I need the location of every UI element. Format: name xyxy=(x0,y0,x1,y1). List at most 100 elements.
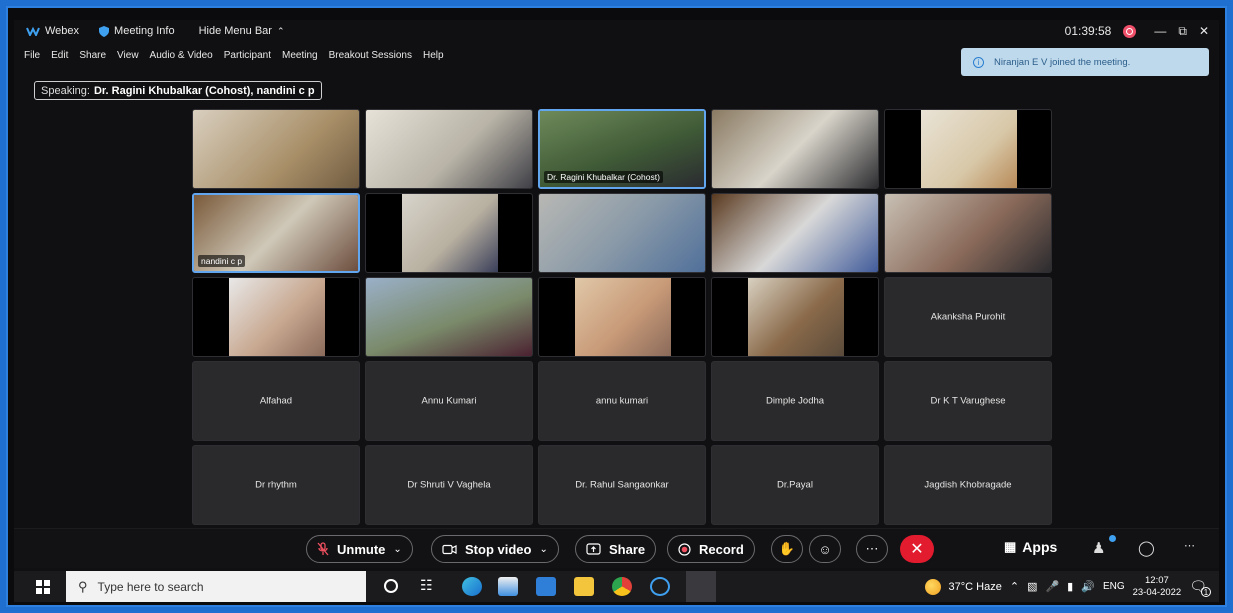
menu-help[interactable]: Help xyxy=(423,50,444,66)
file-explorer-icon[interactable] xyxy=(574,577,594,596)
participant-tile[interactable] xyxy=(711,193,879,273)
participant-name: annu kumari xyxy=(595,395,649,407)
participant-tile[interactable]: nandini c p xyxy=(192,193,360,273)
apps-button[interactable]: ▦ Apps xyxy=(1004,539,1057,555)
mic-muted-icon xyxy=(317,542,329,556)
participant-tile[interactable] xyxy=(711,109,879,189)
menu-participant[interactable]: Participant xyxy=(224,50,271,66)
edge-icon[interactable] xyxy=(462,577,482,596)
webex-taskbar-icon[interactable] xyxy=(650,577,670,596)
participant-tile[interactable] xyxy=(711,277,879,357)
reactions-button[interactable]: ☺ xyxy=(809,535,841,563)
record-button[interactable]: Record xyxy=(667,535,755,563)
participant-tile[interactable] xyxy=(884,193,1052,273)
participant-tile[interactable]: annu kumari xyxy=(538,361,706,441)
raise-hand-button[interactable]: ✋ xyxy=(771,535,803,563)
system-tray: 37°C Haze ⌃ ▧ 🎤 ▮ 🔊 ENG 12:07 23-04-2022… xyxy=(924,571,1219,602)
participant-tile[interactable]: Jagdish Khobragade xyxy=(884,445,1052,525)
search-placeholder: Type here to search xyxy=(97,579,204,594)
chat-icon[interactable]: ◯ xyxy=(1138,539,1155,557)
cortana-icon[interactable] xyxy=(384,579,398,593)
participant-tile[interactable]: Dimple Jodha xyxy=(711,361,879,441)
camera-icon xyxy=(442,544,457,554)
chrome-icon[interactable] xyxy=(612,577,632,596)
participant-tile[interactable]: Dr rhythm xyxy=(192,445,360,525)
title-bar: Webex Meeting Info Hide Menu Bar ⌃ 01:39… xyxy=(14,20,1219,42)
participant-video xyxy=(366,278,532,356)
participant-tile[interactable]: Dr. Ragini Khubalkar (Cohost) xyxy=(538,109,706,189)
menu-meeting[interactable]: Meeting xyxy=(282,50,318,66)
participant-name: Akanksha Purohit xyxy=(930,311,1006,323)
restore-button[interactable]: ⧉ xyxy=(1178,24,1187,39)
participant-tile[interactable]: Dr.Payal xyxy=(711,445,879,525)
leave-meeting-button[interactable]: ✕ xyxy=(900,535,934,563)
participant-tile[interactable]: Dr K T Varughese xyxy=(884,361,1052,441)
participant-tile[interactable] xyxy=(884,109,1052,189)
stop-video-button[interactable]: Stop video ⌄ xyxy=(431,535,559,563)
hide-menu-bar-button[interactable]: Hide Menu Bar ⌃ xyxy=(199,25,285,37)
taskbar-clock[interactable]: 12:07 23-04-2022 xyxy=(1133,575,1182,599)
more-options-button[interactable]: ⋯ xyxy=(856,535,888,563)
battery-icon[interactable]: ▮ xyxy=(1067,580,1073,593)
meeting-info-button[interactable]: Meeting Info xyxy=(99,25,175,37)
participant-video xyxy=(402,194,498,272)
clock-time: 12:07 xyxy=(1145,574,1169,586)
menu-breakout-sessions[interactable]: Breakout Sessions xyxy=(329,50,412,66)
meeting-timer: 01:39:58 xyxy=(1064,24,1112,38)
unmute-button[interactable]: Unmute ⌄ xyxy=(306,535,413,563)
menu-share[interactable]: Share xyxy=(79,50,106,66)
recording-indicator-icon[interactable] xyxy=(1123,24,1137,38)
participant-tile[interactable]: Dr. Rahul Sangaonkar xyxy=(538,445,706,525)
participant-video xyxy=(921,110,1017,188)
webex-meeting-taskbar-icon[interactable] xyxy=(686,571,716,602)
participant-tile[interactable]: Akanksha Purohit xyxy=(884,277,1052,357)
participants-icon[interactable]: ♟ xyxy=(1092,539,1105,557)
participant-video xyxy=(366,110,532,188)
participant-tile[interactable] xyxy=(365,277,533,357)
windows-start-icon[interactable] xyxy=(36,580,50,594)
participant-tile[interactable]: Dr Shruti V Vaghela xyxy=(365,445,533,525)
speaking-label: Speaking: xyxy=(41,84,90,97)
participant-tile[interactable] xyxy=(538,277,706,357)
taskbar-search-field[interactable]: ⚲ Type here to search xyxy=(66,571,366,602)
close-icon: ✕ xyxy=(910,541,924,558)
participant-tile[interactable]: Alfahad xyxy=(192,361,360,441)
close-button[interactable]: ✕ xyxy=(1199,24,1209,38)
share-button[interactable]: Share xyxy=(575,535,657,563)
participant-video xyxy=(193,110,359,188)
microphone-icon[interactable]: 🎤 xyxy=(1045,580,1059,593)
participant-tile[interactable] xyxy=(365,109,533,189)
participant-tile[interactable]: Annu Kumari xyxy=(365,361,533,441)
participant-tile[interactable] xyxy=(365,193,533,273)
chevron-down-icon[interactable]: ⌄ xyxy=(539,544,547,555)
smiley-icon: ☺ xyxy=(818,541,832,557)
stop-video-label: Stop video xyxy=(465,541,532,557)
network-icon[interactable]: ▧ xyxy=(1027,580,1037,593)
minimize-button[interactable]: — xyxy=(1154,24,1166,38)
weather-text[interactable]: 37°C Haze xyxy=(949,581,1002,593)
clock-date: 23-04-2022 xyxy=(1132,586,1182,598)
menu-edit[interactable]: Edit xyxy=(51,50,68,66)
ellipsis-icon: ⋯ xyxy=(865,541,879,556)
chevron-up-icon[interactable]: ⌃ xyxy=(1010,580,1019,593)
store-icon[interactable] xyxy=(498,577,518,596)
task-view-icon[interactable]: ☷ xyxy=(420,577,433,594)
mail-icon[interactable] xyxy=(536,577,556,596)
speaker-icon[interactable]: 🔊 xyxy=(1081,580,1095,593)
menu-file[interactable]: File xyxy=(24,50,40,66)
participant-tile[interactable] xyxy=(192,109,360,189)
notification-center-icon[interactable]: 🗨 1 xyxy=(1189,578,1211,597)
chevron-down-icon[interactable]: ⌄ xyxy=(393,544,401,555)
language-indicator[interactable]: ENG xyxy=(1103,581,1125,592)
participant-tile[interactable] xyxy=(538,193,706,273)
webex-app-label[interactable]: Webex xyxy=(26,25,79,37)
participant-name: Annu Kumari xyxy=(421,395,477,407)
meeting-info-label: Meeting Info xyxy=(114,25,175,37)
menu-view[interactable]: View xyxy=(117,50,139,66)
participant-tile[interactable] xyxy=(192,277,360,357)
menu-audio-video[interactable]: Audio & Video xyxy=(150,50,213,66)
app-name: Webex xyxy=(45,25,80,37)
participant-name-tag: nandini c p xyxy=(198,255,246,267)
participant-name: Dr Shruti V Vaghela xyxy=(407,479,491,491)
more-panels-icon[interactable]: ⋯ xyxy=(1184,539,1195,552)
